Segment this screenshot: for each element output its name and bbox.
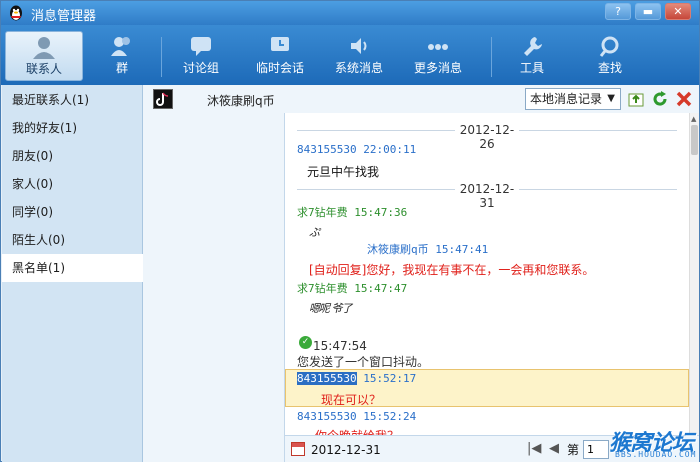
date-separator: 2012-12-26	[285, 123, 689, 151]
toolbar-temp-chat[interactable]: 临时会话	[241, 31, 319, 81]
message-time: 15:52:17	[363, 372, 417, 385]
sidebar-item-family[interactable]: 家人(0)	[2, 170, 143, 198]
sidebar-item-classmates[interactable]: 同学(0)	[2, 198, 143, 226]
title-bar: 消息管理器 ? ▬ ✕	[1, 1, 699, 25]
toolbar-search-label: 查找	[597, 61, 622, 75]
toolbar-search[interactable]: 查找	[571, 31, 649, 81]
delete-icon[interactable]	[675, 90, 693, 108]
toolbar-discussion-label: 讨论组	[182, 61, 219, 75]
more-icon	[428, 44, 448, 50]
message-text: ぷ	[309, 226, 320, 239]
toolbar-contacts-label: 联系人	[25, 62, 62, 76]
page-label: 第	[567, 443, 580, 457]
watermark-url: BBS.HOUDAO.COM	[615, 450, 697, 459]
message-text: 嗯呢 爷了	[309, 302, 352, 315]
message-header: 843155530 22:00:11	[297, 143, 417, 156]
toolbar-discussion[interactable]: 讨论组	[162, 31, 240, 81]
toolbar-more-msg-label: 更多消息	[413, 61, 462, 75]
temp-chat-icon	[271, 37, 289, 51]
message-log: 2012-12-26 843155530 22:00:11 元旦中午找我 201…	[285, 113, 689, 435]
message-header: 求7钻年费 15:47:47	[297, 282, 408, 295]
person-icon	[33, 37, 55, 59]
calendar-icon[interactable]	[291, 442, 305, 456]
search-icon	[599, 36, 619, 57]
scroll-thumb[interactable]	[691, 125, 698, 155]
chat-scrollbar[interactable]: ▲	[689, 113, 699, 435]
minimize-button[interactable]: ▬	[635, 3, 661, 20]
watermark: 猴窝论坛 BBS.HOUDAO.COM	[609, 425, 699, 461]
sidebar-item-blacklist[interactable]: 黑名单(1)	[2, 254, 143, 282]
toolbar-tools-label: 工具	[519, 61, 544, 75]
export-icon[interactable]	[627, 90, 645, 108]
date-label: 2012-12-26	[455, 123, 519, 151]
avatar[interactable]	[153, 89, 173, 109]
group-icon	[111, 37, 130, 56]
toolbar-groups[interactable]: 群	[83, 31, 161, 81]
contact-header: 沐筱康刷q币 本地消息记录 ▼	[143, 85, 699, 113]
message-header: 沐筱康刷q币 15:47:41	[367, 243, 489, 256]
message-text: 你今晚就给我？	[315, 427, 399, 435]
qq-penguin-icon	[10, 5, 22, 21]
prev-page-icon[interactable]: ◀	[549, 441, 559, 456]
chevron-down-icon: ▼	[607, 93, 615, 104]
page-number-input[interactable]: 1	[583, 440, 609, 459]
toolbar-system-msg-label: 系统消息	[334, 61, 383, 75]
sidebar-item-friends[interactable]: 我的好友(1)	[2, 114, 143, 142]
window-title: 消息管理器	[31, 9, 97, 24]
close-button[interactable]: ✕	[665, 3, 691, 20]
toolbar-groups-label: 群	[115, 61, 128, 75]
toolbar-system-msg[interactable]: 系统消息	[320, 31, 398, 81]
auto-reply-text: [自动回复]您好，我现在有事不在，一会再和您联系。	[309, 263, 595, 277]
message-header: 843155530 15:52:24	[297, 410, 417, 423]
contact-group-list: 最近联系人(1) 我的好友(1) 朋友(0) 家人(0) 同学(0) 陌生人(0…	[2, 85, 143, 462]
sidebar-item-recent[interactable]: 最近联系人(1)	[2, 86, 143, 114]
current-date: 2012-12-31	[311, 443, 381, 457]
discussion-icon	[191, 37, 211, 56]
check-icon: ✓	[299, 336, 312, 349]
contact-list-panel	[143, 85, 285, 462]
message-time: 15:47:54	[313, 339, 367, 353]
toolbar-more-msg[interactable]: 更多消息	[399, 31, 477, 81]
toolbar-divider	[491, 37, 492, 77]
help-button[interactable]: ?	[605, 3, 631, 20]
wrench-icon	[524, 37, 542, 56]
record-type-value: 本地消息记录	[530, 92, 603, 106]
toolbar-contacts[interactable]: 联系人	[5, 31, 83, 81]
record-type-select[interactable]: 本地消息记录 ▼	[525, 88, 621, 110]
first-page-icon[interactable]: |◀	[527, 441, 541, 456]
selected-sender-id: 843155530	[297, 372, 357, 385]
shake-notice: 您发送了一个窗口抖动。	[297, 355, 430, 369]
refresh-icon[interactable]	[651, 90, 669, 108]
main-toolbar: 联系人 群 讨论组 临时会话 系统消息 更多消息 工具 查找	[1, 25, 699, 85]
sidebar-item-strangers[interactable]: 陌生人(0)	[2, 226, 143, 254]
toolbar-tools[interactable]: 工具	[493, 31, 571, 81]
date-label: 2012-12-31	[455, 182, 519, 210]
sidebar-item-pengyou[interactable]: 朋友(0)	[2, 142, 143, 170]
message-text: 现在可以？	[321, 393, 382, 407]
speaker-icon	[351, 38, 367, 54]
scroll-up-icon[interactable]: ▲	[691, 115, 696, 123]
toolbar-temp-chat-label: 临时会话	[255, 61, 304, 75]
tiktok-avatar-icon	[156, 92, 169, 106]
message-text: 元旦中午找我	[307, 165, 380, 179]
contact-name[interactable]: 沐筱康刷q币	[207, 92, 275, 109]
date-separator: 2012-12-31	[285, 182, 689, 210]
message-header: 求7钻年费 15:47:36	[297, 206, 408, 219]
message-header: 843155530 15:52:17	[297, 372, 416, 385]
message-manager-window: 消息管理器 ? ▬ ✕ 联系人 群 讨论组 临时会话 系统消息 更多消息 工具 …	[0, 0, 700, 462]
